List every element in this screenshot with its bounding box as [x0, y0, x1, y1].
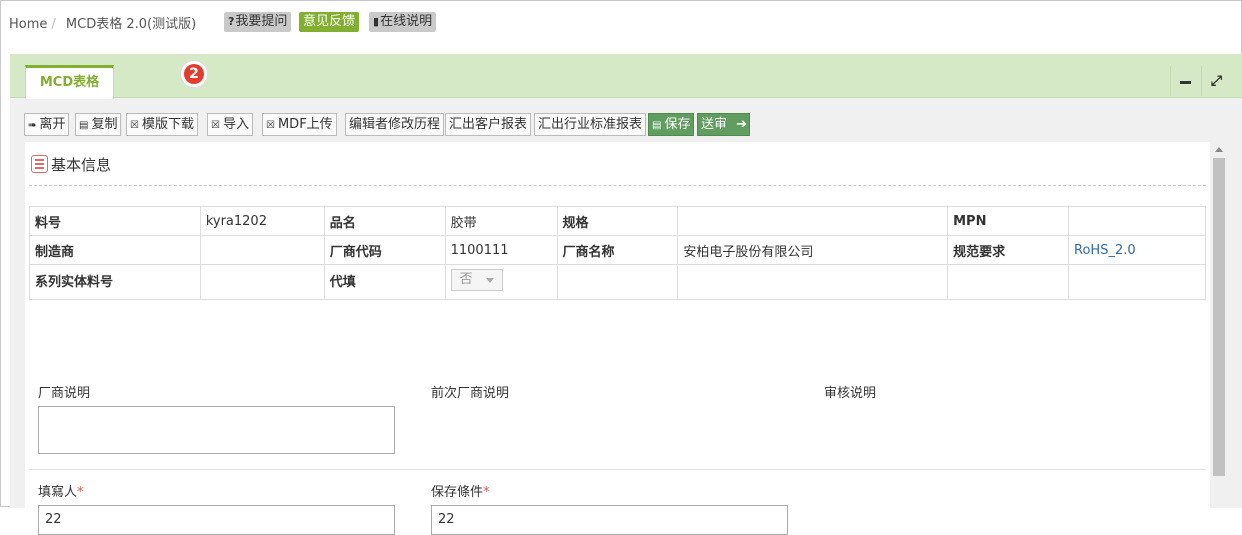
excel-icon: ☒: [211, 120, 220, 131]
manufacturer-label: 制造商: [29, 235, 201, 265]
mpn-label: MPN: [947, 206, 1070, 236]
scroll-up-icon[interactable]: [1215, 147, 1223, 152]
floppy-icon: ▤: [79, 120, 89, 131]
standard-label: 规范要求: [947, 235, 1070, 265]
vendor-code-value: 1100111: [444, 235, 558, 265]
table-row: 系列实体料号 代填 否: [29, 264, 1206, 300]
ask-question-button[interactable]: ?我要提问: [224, 12, 292, 32]
storage-condition-label: 保存條件*: [431, 485, 490, 500]
standard-link[interactable]: RoHS_2.0: [1068, 235, 1206, 265]
vendor-name-label: 厂商名称: [556, 235, 679, 265]
submit-review-button[interactable]: 送审 ➔: [697, 113, 750, 136]
chevron-down-icon: [485, 278, 494, 283]
main-panel: MCD表格 2 ⤢ ➠离开 ▤复制 ☒模版下载 ☒导入 ☒MDF上传: [10, 54, 1242, 535]
save-button[interactable]: ▤ 保存: [648, 113, 695, 136]
excel-icon: ☒: [266, 120, 275, 131]
app-frame: Home / MCD表格 2.0(测试版) ?我要提问 意见反馈 ▮在线说明 MC…: [0, 0, 1242, 535]
prev-vendor-note-label: 前次厂商说明: [431, 386, 510, 401]
table-row: 制造商 厂商代码 1100111 厂商名称 安柏电子股份有限公司 规范要求 Ro…: [29, 235, 1206, 265]
product-name-value: 胶带: [444, 206, 558, 236]
template-download-button[interactable]: ☒ 模版下载: [126, 113, 198, 136]
list-icon: [31, 155, 48, 173]
excel-icon: ☒: [130, 120, 139, 131]
vendor-note-label: 厂商说明: [38, 386, 91, 401]
section-divider: [29, 185, 1206, 186]
vendor-name-value: 安柏电子股份有限公司: [677, 235, 949, 265]
step-badge: 2: [180, 60, 208, 88]
leave-button[interactable]: ➠ 离开: [24, 113, 70, 136]
form-divider: [29, 469, 1206, 470]
scrollbar-thumb[interactable]: [1213, 158, 1225, 476]
breadcrumb-home[interactable]: Home: [9, 17, 47, 32]
export-industry-report-button[interactable]: 汇出行业标准报表: [534, 113, 647, 136]
exit-icon: ➠: [28, 120, 37, 131]
proxy-fill-select[interactable]: 否: [450, 269, 503, 291]
product-name-label: 品名: [323, 206, 446, 236]
mdf-upload-button[interactable]: ☒ MDF上传: [262, 113, 337, 136]
breadcrumb-current: MCD表格 2.0(测试版): [65, 17, 197, 32]
panel-header: MCD表格 2 ⤢: [10, 54, 1242, 99]
question-icon: ?: [228, 15, 235, 28]
tab-mcd-form[interactable]: MCD表格: [25, 65, 114, 99]
top-bar: Home / MCD表格 2.0(测试版) ?我要提问 意见反馈 ▮在线说明: [1, 1, 1241, 45]
spec-label: 规格: [556, 206, 679, 236]
part-no-value: kyra1202: [199, 206, 325, 236]
vendor-note-textarea[interactable]: [38, 406, 395, 454]
section-title: 基本信息: [31, 154, 111, 175]
table-row: 料号 kyra1202 品名 胶带 规格 MPN: [29, 206, 1206, 236]
filler-label: 填寫人*: [38, 485, 84, 500]
scrollbar[interactable]: [1211, 142, 1226, 508]
review-note-label: 审核说明: [824, 386, 877, 401]
online-help-button[interactable]: ▮在线说明: [369, 12, 437, 32]
form-content: 基本信息 料号 kyra1202 品名 胶带 规格 MPN 制造商 厂商代码 1…: [25, 142, 1210, 535]
book-icon: ▮: [373, 15, 380, 28]
breadcrumb: Home / MCD表格 2.0(测试版): [9, 17, 197, 32]
minimize-icon[interactable]: [1170, 66, 1200, 96]
copy-button[interactable]: ▤ 复制: [75, 113, 122, 136]
export-customer-report-button[interactable]: 汇出客户报表: [445, 113, 532, 136]
spec-value: [677, 206, 949, 236]
edit-history-button[interactable]: 编辑者修改历程: [345, 113, 445, 136]
series-part-no-label: 系列实体料号: [29, 264, 201, 300]
filler-input[interactable]: 22: [38, 505, 395, 535]
basic-info-table: 料号 kyra1202 品名 胶带 规格 MPN 制造商 厂商代码 110011…: [29, 206, 1206, 300]
vendor-code-label: 厂商代码: [323, 235, 446, 265]
arrow-right-icon: ➔: [736, 117, 748, 132]
expand-icon[interactable]: ⤢: [1201, 66, 1231, 96]
proxy-fill-label: 代填: [323, 264, 446, 300]
manufacturer-value: [199, 235, 325, 265]
import-button[interactable]: ☒ 导入: [207, 113, 253, 136]
part-no-label: 料号: [29, 206, 201, 236]
floppy-icon: ▤: [652, 120, 662, 131]
feedback-button[interactable]: 意见反馈: [299, 12, 360, 32]
storage-condition-input[interactable]: 22: [431, 505, 788, 535]
series-part-no-value: [199, 264, 325, 300]
mpn-value: [1068, 206, 1206, 236]
